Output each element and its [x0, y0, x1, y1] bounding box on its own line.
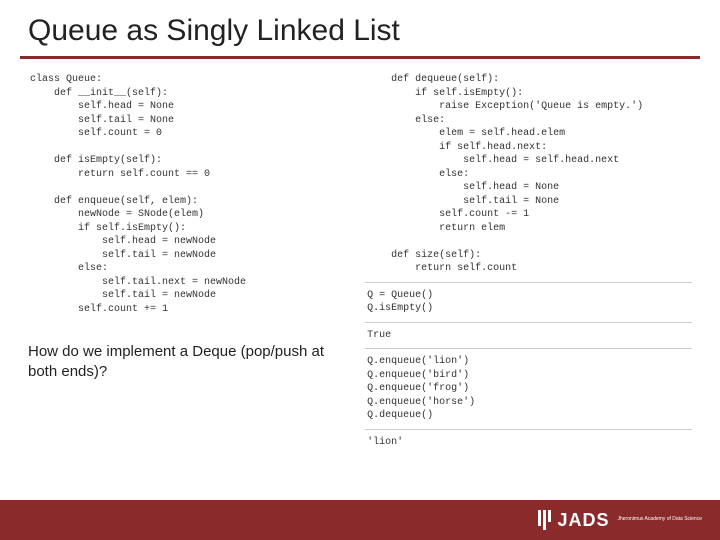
left-code-block: class Queue: def __init__(self): self.he…	[28, 69, 335, 318]
footer-bar: JADS Jheronimus Academy of Data Science	[0, 500, 720, 540]
logo-text: JADS	[557, 510, 609, 531]
right-code-cell-2: Q = Queue() Q.isEmpty()	[365, 285, 692, 323]
slide-title: Queue as Singly Linked List	[0, 0, 720, 56]
content-area: class Queue: def __init__(self): self.he…	[0, 69, 720, 451]
right-code-cell-3: Q.enqueue('lion') Q.enqueue('bird') Q.en…	[365, 351, 692, 430]
question-text: How do we implement a Deque (pop/push at…	[28, 342, 335, 381]
right-output-2: True	[365, 325, 692, 350]
right-output-3: 'lion'	[365, 432, 692, 452]
right-column: def dequeue(self): if self.isEmpty(): ra…	[365, 69, 692, 451]
divider	[20, 56, 700, 59]
logo-icon	[538, 510, 551, 530]
logo-subtext: Jheronimus Academy of Data Science	[618, 517, 703, 523]
logo: JADS Jheronimus Academy of Data Science	[538, 510, 702, 531]
left-column: class Queue: def __init__(self): self.he…	[28, 69, 335, 451]
right-code-block-1: def dequeue(self): if self.isEmpty(): ra…	[365, 69, 692, 283]
